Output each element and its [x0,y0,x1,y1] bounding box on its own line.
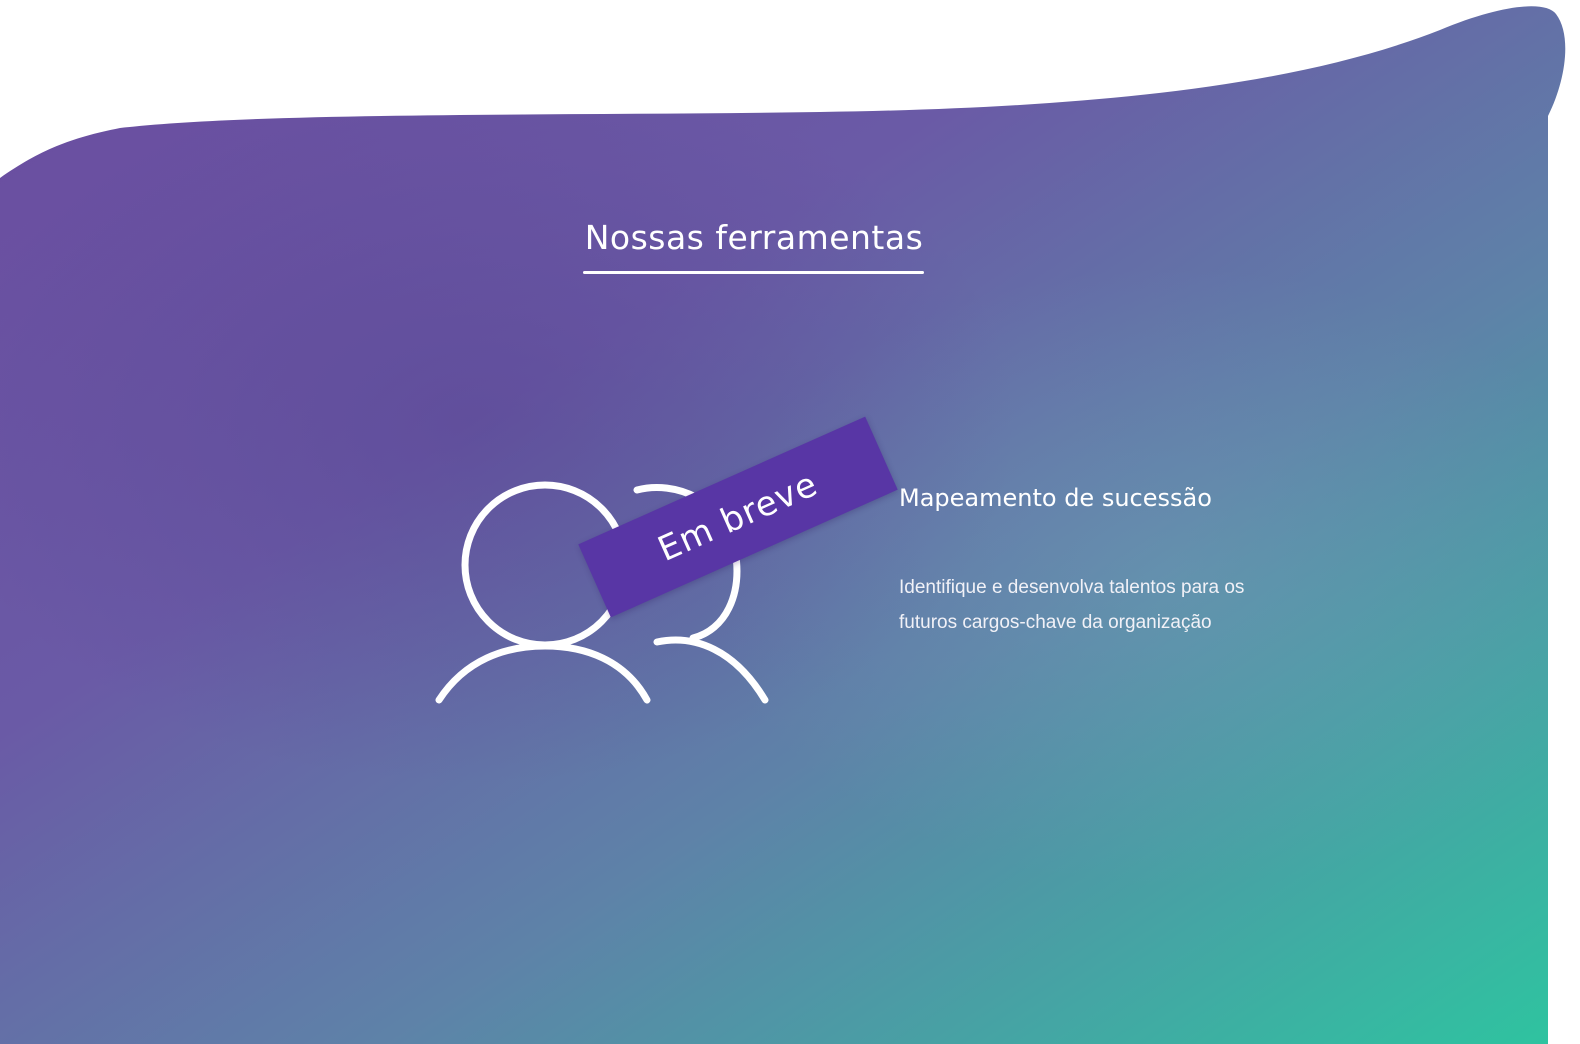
tools-section: Nossas ferramentas Em breve Mapeamento d… [0,0,1580,1044]
section-title: Nossas ferramentas [584,218,924,257]
tool-title: Mapeamento de sucessão [899,484,1212,512]
tool-description: Identifique e desenvolva talentos para o… [899,577,1245,633]
title-underline [583,271,924,274]
